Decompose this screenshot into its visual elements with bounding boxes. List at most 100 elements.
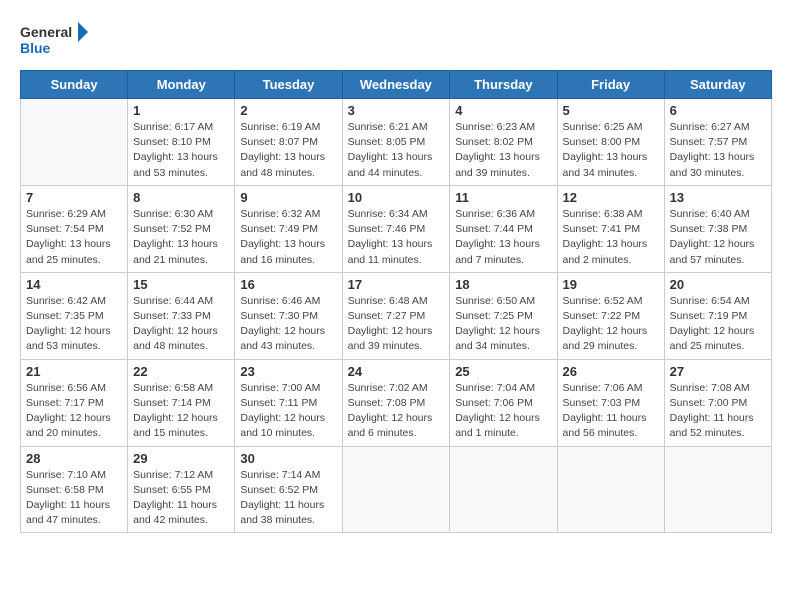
calendar-table: SundayMondayTuesdayWednesdayThursdayFrid… [20,70,772,533]
calendar-header-sunday: Sunday [21,71,128,99]
day-number: 7 [26,190,122,205]
day-info: Sunrise: 7:12 AMSunset: 6:55 PMDaylight:… [133,468,229,529]
calendar-week-0: 1 Sunrise: 6:17 AMSunset: 8:10 PMDayligh… [21,99,772,186]
day-number: 3 [348,103,445,118]
calendar-cell: 2 Sunrise: 6:19 AMSunset: 8:07 PMDayligh… [235,99,342,186]
day-number: 9 [240,190,336,205]
calendar-cell: 26 Sunrise: 7:06 AMSunset: 7:03 PMDaylig… [557,359,664,446]
day-info: Sunrise: 7:06 AMSunset: 7:03 PMDaylight:… [563,381,659,442]
day-info: Sunrise: 6:23 AMSunset: 8:02 PMDaylight:… [455,120,551,181]
day-number: 2 [240,103,336,118]
calendar-cell: 19 Sunrise: 6:52 AMSunset: 7:22 PMDaylig… [557,272,664,359]
day-number: 23 [240,364,336,379]
day-info: Sunrise: 6:25 AMSunset: 8:00 PMDaylight:… [563,120,659,181]
day-number: 27 [670,364,766,379]
calendar-header-row: SundayMondayTuesdayWednesdayThursdayFrid… [21,71,772,99]
logo: General Blue [20,20,90,60]
calendar-cell: 20 Sunrise: 6:54 AMSunset: 7:19 PMDaylig… [664,272,771,359]
day-info: Sunrise: 6:34 AMSunset: 7:46 PMDaylight:… [348,207,445,268]
day-info: Sunrise: 7:00 AMSunset: 7:11 PMDaylight:… [240,381,336,442]
day-number: 8 [133,190,229,205]
day-number: 26 [563,364,659,379]
calendar-header-friday: Friday [557,71,664,99]
calendar-cell: 25 Sunrise: 7:04 AMSunset: 7:06 PMDaylig… [450,359,557,446]
day-number: 24 [348,364,445,379]
svg-text:Blue: Blue [20,40,51,56]
calendar-cell: 24 Sunrise: 7:02 AMSunset: 7:08 PMDaylig… [342,359,450,446]
calendar-cell: 15 Sunrise: 6:44 AMSunset: 7:33 PMDaylig… [128,272,235,359]
calendar-header-wednesday: Wednesday [342,71,450,99]
calendar-cell: 11 Sunrise: 6:36 AMSunset: 7:44 PMDaylig… [450,185,557,272]
day-number: 20 [670,277,766,292]
calendar-cell: 27 Sunrise: 7:08 AMSunset: 7:00 PMDaylig… [664,359,771,446]
day-info: Sunrise: 6:50 AMSunset: 7:25 PMDaylight:… [455,294,551,355]
day-info: Sunrise: 7:04 AMSunset: 7:06 PMDaylight:… [455,381,551,442]
calendar-cell: 9 Sunrise: 6:32 AMSunset: 7:49 PMDayligh… [235,185,342,272]
calendar-cell [21,99,128,186]
day-info: Sunrise: 6:54 AMSunset: 7:19 PMDaylight:… [670,294,766,355]
calendar-header-thursday: Thursday [450,71,557,99]
calendar-cell: 8 Sunrise: 6:30 AMSunset: 7:52 PMDayligh… [128,185,235,272]
calendar-week-4: 28 Sunrise: 7:10 AMSunset: 6:58 PMDaylig… [21,446,772,533]
day-info: Sunrise: 6:42 AMSunset: 7:35 PMDaylight:… [26,294,122,355]
day-number: 30 [240,451,336,466]
calendar-cell [342,446,450,533]
calendar-week-2: 14 Sunrise: 6:42 AMSunset: 7:35 PMDaylig… [21,272,772,359]
day-info: Sunrise: 7:10 AMSunset: 6:58 PMDaylight:… [26,468,122,529]
calendar-cell: 16 Sunrise: 6:46 AMSunset: 7:30 PMDaylig… [235,272,342,359]
calendar-cell: 1 Sunrise: 6:17 AMSunset: 8:10 PMDayligh… [128,99,235,186]
day-info: Sunrise: 6:44 AMSunset: 7:33 PMDaylight:… [133,294,229,355]
day-number: 19 [563,277,659,292]
calendar-cell [557,446,664,533]
calendar-header-tuesday: Tuesday [235,71,342,99]
calendar-cell: 28 Sunrise: 7:10 AMSunset: 6:58 PMDaylig… [21,446,128,533]
page-header: General Blue [20,20,772,60]
calendar-cell [450,446,557,533]
calendar-body: 1 Sunrise: 6:17 AMSunset: 8:10 PMDayligh… [21,99,772,533]
day-number: 29 [133,451,229,466]
day-number: 22 [133,364,229,379]
day-number: 5 [563,103,659,118]
day-number: 10 [348,190,445,205]
day-number: 11 [455,190,551,205]
calendar-cell: 18 Sunrise: 6:50 AMSunset: 7:25 PMDaylig… [450,272,557,359]
day-info: Sunrise: 6:27 AMSunset: 7:57 PMDaylight:… [670,120,766,181]
day-info: Sunrise: 7:08 AMSunset: 7:00 PMDaylight:… [670,381,766,442]
day-number: 6 [670,103,766,118]
day-number: 4 [455,103,551,118]
day-number: 1 [133,103,229,118]
calendar-header-saturday: Saturday [664,71,771,99]
calendar-cell: 21 Sunrise: 6:56 AMSunset: 7:17 PMDaylig… [21,359,128,446]
day-info: Sunrise: 6:46 AMSunset: 7:30 PMDaylight:… [240,294,336,355]
day-info: Sunrise: 6:48 AMSunset: 7:27 PMDaylight:… [348,294,445,355]
calendar-cell: 12 Sunrise: 6:38 AMSunset: 7:41 PMDaylig… [557,185,664,272]
calendar-cell: 3 Sunrise: 6:21 AMSunset: 8:05 PMDayligh… [342,99,450,186]
day-info: Sunrise: 6:52 AMSunset: 7:22 PMDaylight:… [563,294,659,355]
day-info: Sunrise: 6:58 AMSunset: 7:14 PMDaylight:… [133,381,229,442]
day-info: Sunrise: 6:32 AMSunset: 7:49 PMDaylight:… [240,207,336,268]
day-number: 28 [26,451,122,466]
calendar-cell: 13 Sunrise: 6:40 AMSunset: 7:38 PMDaylig… [664,185,771,272]
day-info: Sunrise: 6:17 AMSunset: 8:10 PMDaylight:… [133,120,229,181]
day-number: 15 [133,277,229,292]
day-info: Sunrise: 6:21 AMSunset: 8:05 PMDaylight:… [348,120,445,181]
day-info: Sunrise: 6:29 AMSunset: 7:54 PMDaylight:… [26,207,122,268]
calendar-cell: 17 Sunrise: 6:48 AMSunset: 7:27 PMDaylig… [342,272,450,359]
logo-svg: General Blue [20,20,90,60]
calendar-cell: 6 Sunrise: 6:27 AMSunset: 7:57 PMDayligh… [664,99,771,186]
calendar-week-1: 7 Sunrise: 6:29 AMSunset: 7:54 PMDayligh… [21,185,772,272]
day-number: 14 [26,277,122,292]
day-number: 16 [240,277,336,292]
day-info: Sunrise: 6:19 AMSunset: 8:07 PMDaylight:… [240,120,336,181]
day-info: Sunrise: 7:14 AMSunset: 6:52 PMDaylight:… [240,468,336,529]
day-info: Sunrise: 7:02 AMSunset: 7:08 PMDaylight:… [348,381,445,442]
calendar-cell: 23 Sunrise: 7:00 AMSunset: 7:11 PMDaylig… [235,359,342,446]
calendar-cell: 14 Sunrise: 6:42 AMSunset: 7:35 PMDaylig… [21,272,128,359]
calendar-header-monday: Monday [128,71,235,99]
day-number: 18 [455,277,551,292]
calendar-cell: 22 Sunrise: 6:58 AMSunset: 7:14 PMDaylig… [128,359,235,446]
day-number: 21 [26,364,122,379]
day-info: Sunrise: 6:36 AMSunset: 7:44 PMDaylight:… [455,207,551,268]
calendar-cell: 5 Sunrise: 6:25 AMSunset: 8:00 PMDayligh… [557,99,664,186]
calendar-cell: 4 Sunrise: 6:23 AMSunset: 8:02 PMDayligh… [450,99,557,186]
